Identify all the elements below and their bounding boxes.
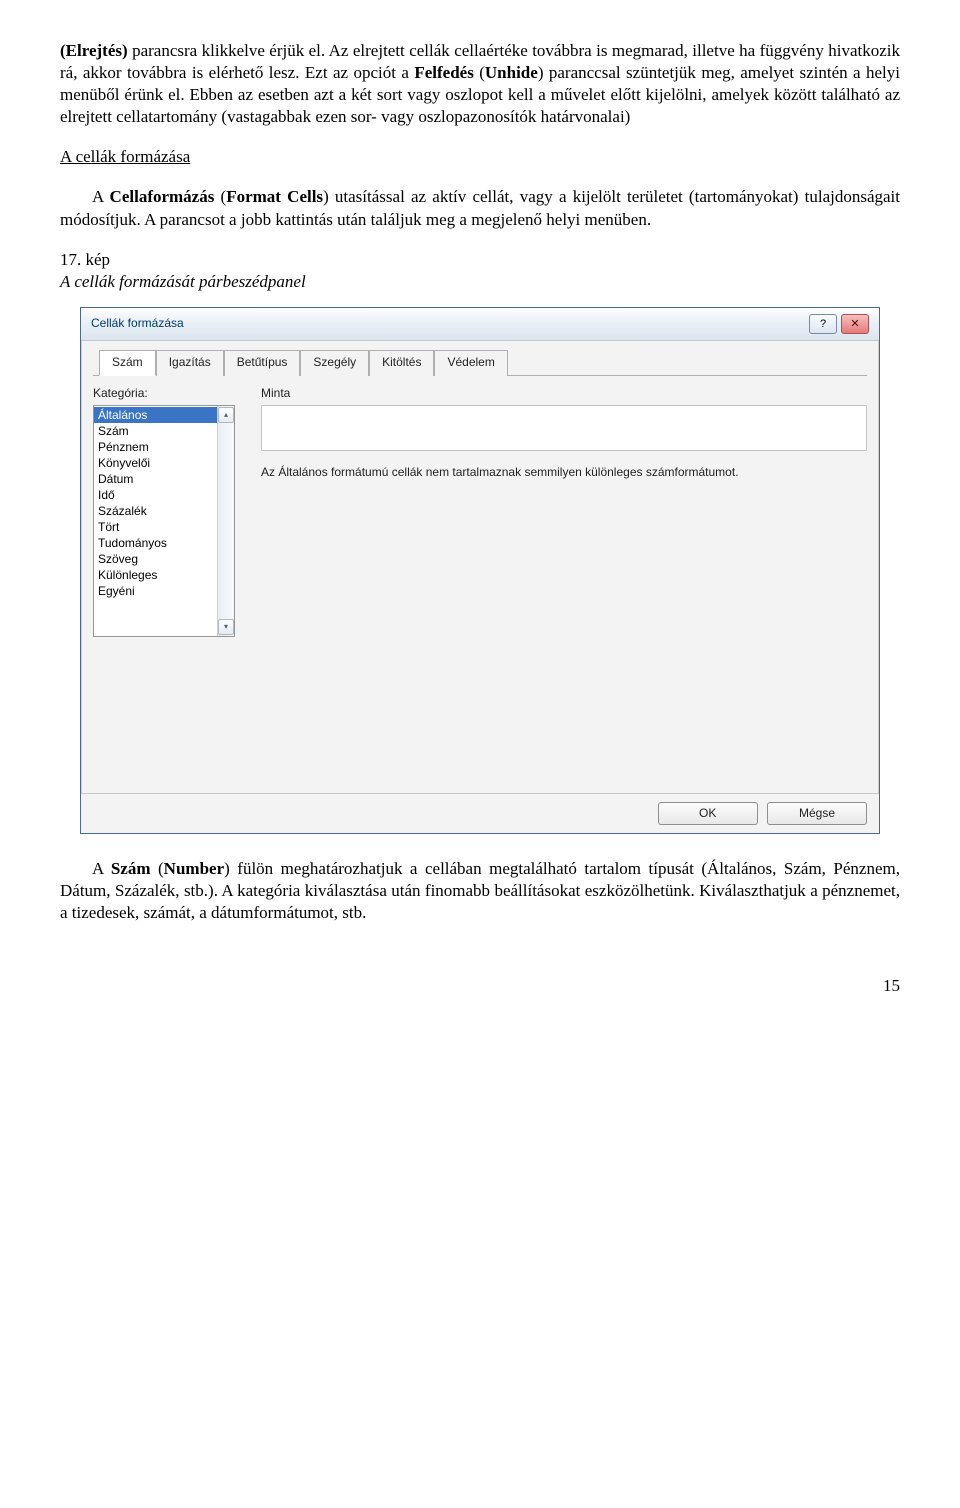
listbox-scrollbar[interactable]: ▴ ▾	[217, 406, 234, 636]
category-column: Kategória: Általános Szám Pénznem Könyve…	[93, 386, 243, 780]
list-item[interactable]: Könyvelői	[94, 455, 217, 471]
scroll-down-icon[interactable]: ▾	[218, 619, 234, 635]
cancel-button[interactable]: Mégse	[767, 802, 867, 826]
list-item[interactable]: Általános	[94, 407, 217, 423]
list-item[interactable]: Különleges	[94, 567, 217, 583]
p3-c: (	[151, 859, 164, 878]
cmd-formatcells-en: Format Cells	[226, 187, 323, 206]
list-item[interactable]: Szám	[94, 423, 217, 439]
dialog-titlebar: Cellák formázása ? ✕	[81, 308, 879, 341]
category-list: Általános Szám Pénznem Könyvelői Dátum I…	[94, 406, 217, 636]
sample-box	[261, 405, 867, 451]
figure-number: 17. kép	[60, 250, 110, 269]
tab-protection[interactable]: Védelem	[434, 350, 507, 377]
list-item[interactable]: Pénznem	[94, 439, 217, 455]
page-number: 15	[60, 975, 900, 997]
tab-number-hu: Szám	[111, 859, 151, 878]
ok-button[interactable]: OK	[658, 802, 758, 826]
figure-title: A cellák formázását párbeszédpanel	[60, 272, 306, 291]
heading-cell-formatting: A cellák formázása	[60, 147, 190, 166]
list-item[interactable]: Tört	[94, 519, 217, 535]
p1-d: (	[474, 63, 485, 82]
paragraph-2: A Cellaformázás (Format Cells) utasításs…	[60, 186, 900, 230]
category-label: Kategória:	[93, 386, 243, 402]
list-item[interactable]: Idő	[94, 487, 217, 503]
dialog-body: Szám Igazítás Betűtípus Szegély Kitöltés…	[81, 341, 879, 793]
sample-label: Minta	[261, 386, 867, 402]
p2-a: A	[92, 187, 110, 206]
tab-number-en: Number	[164, 859, 224, 878]
category-listbox[interactable]: Általános Szám Pénznem Könyvelői Dátum I…	[93, 405, 235, 637]
cmd-formatcells-hu: Cellaformázás	[110, 187, 215, 206]
dialog-content: Kategória: Általános Szám Pénznem Könyve…	[93, 386, 867, 780]
category-description: Az Általános formátumú cellák nem tartal…	[261, 465, 867, 481]
tab-border[interactable]: Szegély	[300, 350, 369, 377]
scroll-up-icon[interactable]: ▴	[218, 407, 234, 423]
format-cells-dialog: Cellák formázása ? ✕ Szám Igazítás Betűt…	[80, 307, 880, 834]
tab-font[interactable]: Betűtípus	[224, 350, 301, 377]
list-item[interactable]: Egyéni	[94, 583, 217, 599]
tab-alignment[interactable]: Igazítás	[156, 350, 224, 377]
p3-a: A	[92, 859, 111, 878]
list-item[interactable]: Százalék	[94, 503, 217, 519]
dialog-footer: OK Mégse	[81, 793, 879, 834]
list-item[interactable]: Tudományos	[94, 535, 217, 551]
p2-c: (	[214, 187, 226, 206]
list-item[interactable]: Szöveg	[94, 551, 217, 567]
figure-caption: 17. kép A cellák formázását párbeszédpan…	[60, 249, 900, 293]
preview-column: Minta Az Általános formátumú cellák nem …	[261, 386, 867, 780]
tab-fill[interactable]: Kitöltés	[369, 350, 434, 377]
dialog-title: Cellák formázása	[91, 316, 805, 332]
section-heading: A cellák formázása	[60, 146, 900, 168]
paragraph-1: ((Elrejtés)Elrejtés) parancsra klikkelve…	[60, 40, 900, 128]
tab-number[interactable]: Szám	[99, 350, 156, 377]
list-item[interactable]: Dátum	[94, 471, 217, 487]
dialog-tabs: Szám Igazítás Betűtípus Szegély Kitöltés…	[93, 349, 867, 377]
dialog-spacer	[261, 481, 867, 781]
help-button[interactable]: ?	[809, 314, 837, 334]
close-button[interactable]: ✕	[841, 314, 869, 334]
cmd-unhide-en: Unhide	[485, 63, 538, 82]
cmd-unhide-hu: Felfedés	[414, 63, 473, 82]
paragraph-3: A Szám (Number) fülön meghatározhatjuk a…	[60, 858, 900, 924]
